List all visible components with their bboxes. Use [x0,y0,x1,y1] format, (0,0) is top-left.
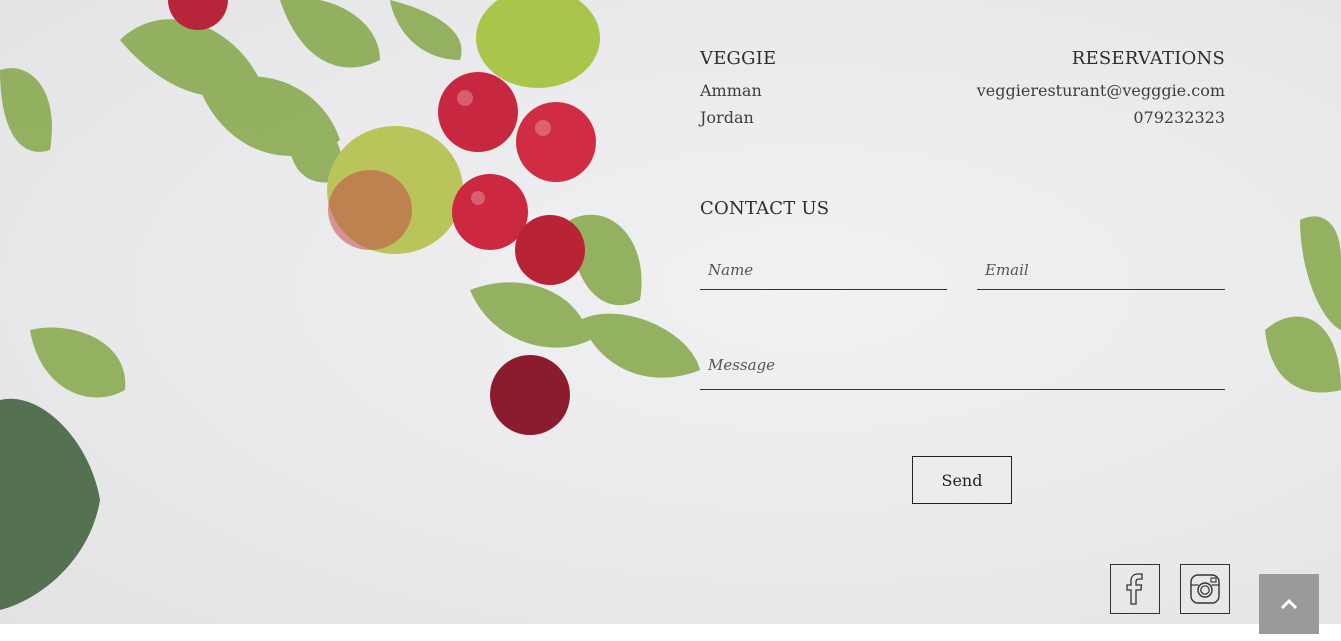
email-field[interactable] [977,251,1225,290]
name-field[interactable] [700,251,947,290]
reservations-email[interactable]: veggieresturant@vegggie.com [977,77,1225,104]
facebook-icon [1126,573,1143,605]
address-line: Amman [700,81,762,100]
reservations-phone[interactable]: 079232323 [977,104,1225,131]
reservations-block: RESERVATIONS veggieresturant@vegggie.com… [977,48,1225,131]
message-input[interactable] [700,341,1225,389]
instagram-icon [1190,574,1220,604]
facebook-link[interactable] [1110,564,1160,614]
chevron-up-icon [1280,598,1298,610]
instagram-link[interactable] [1180,564,1230,614]
brand-block: VEGGIE Amman Jordan [700,48,776,131]
send-button[interactable]: Send [912,456,1012,504]
name-input[interactable] [700,251,947,289]
bottom-strip [0,624,1341,641]
email-input[interactable] [977,251,1225,289]
back-to-top-button[interactable] [1259,574,1319,634]
message-field[interactable] [700,341,1225,390]
reservations-title: RESERVATIONS [1071,48,1225,69]
contact-title: CONTACT US [700,198,830,219]
brand-title: VEGGIE [700,48,777,69]
address-line: Jordan [700,108,754,127]
